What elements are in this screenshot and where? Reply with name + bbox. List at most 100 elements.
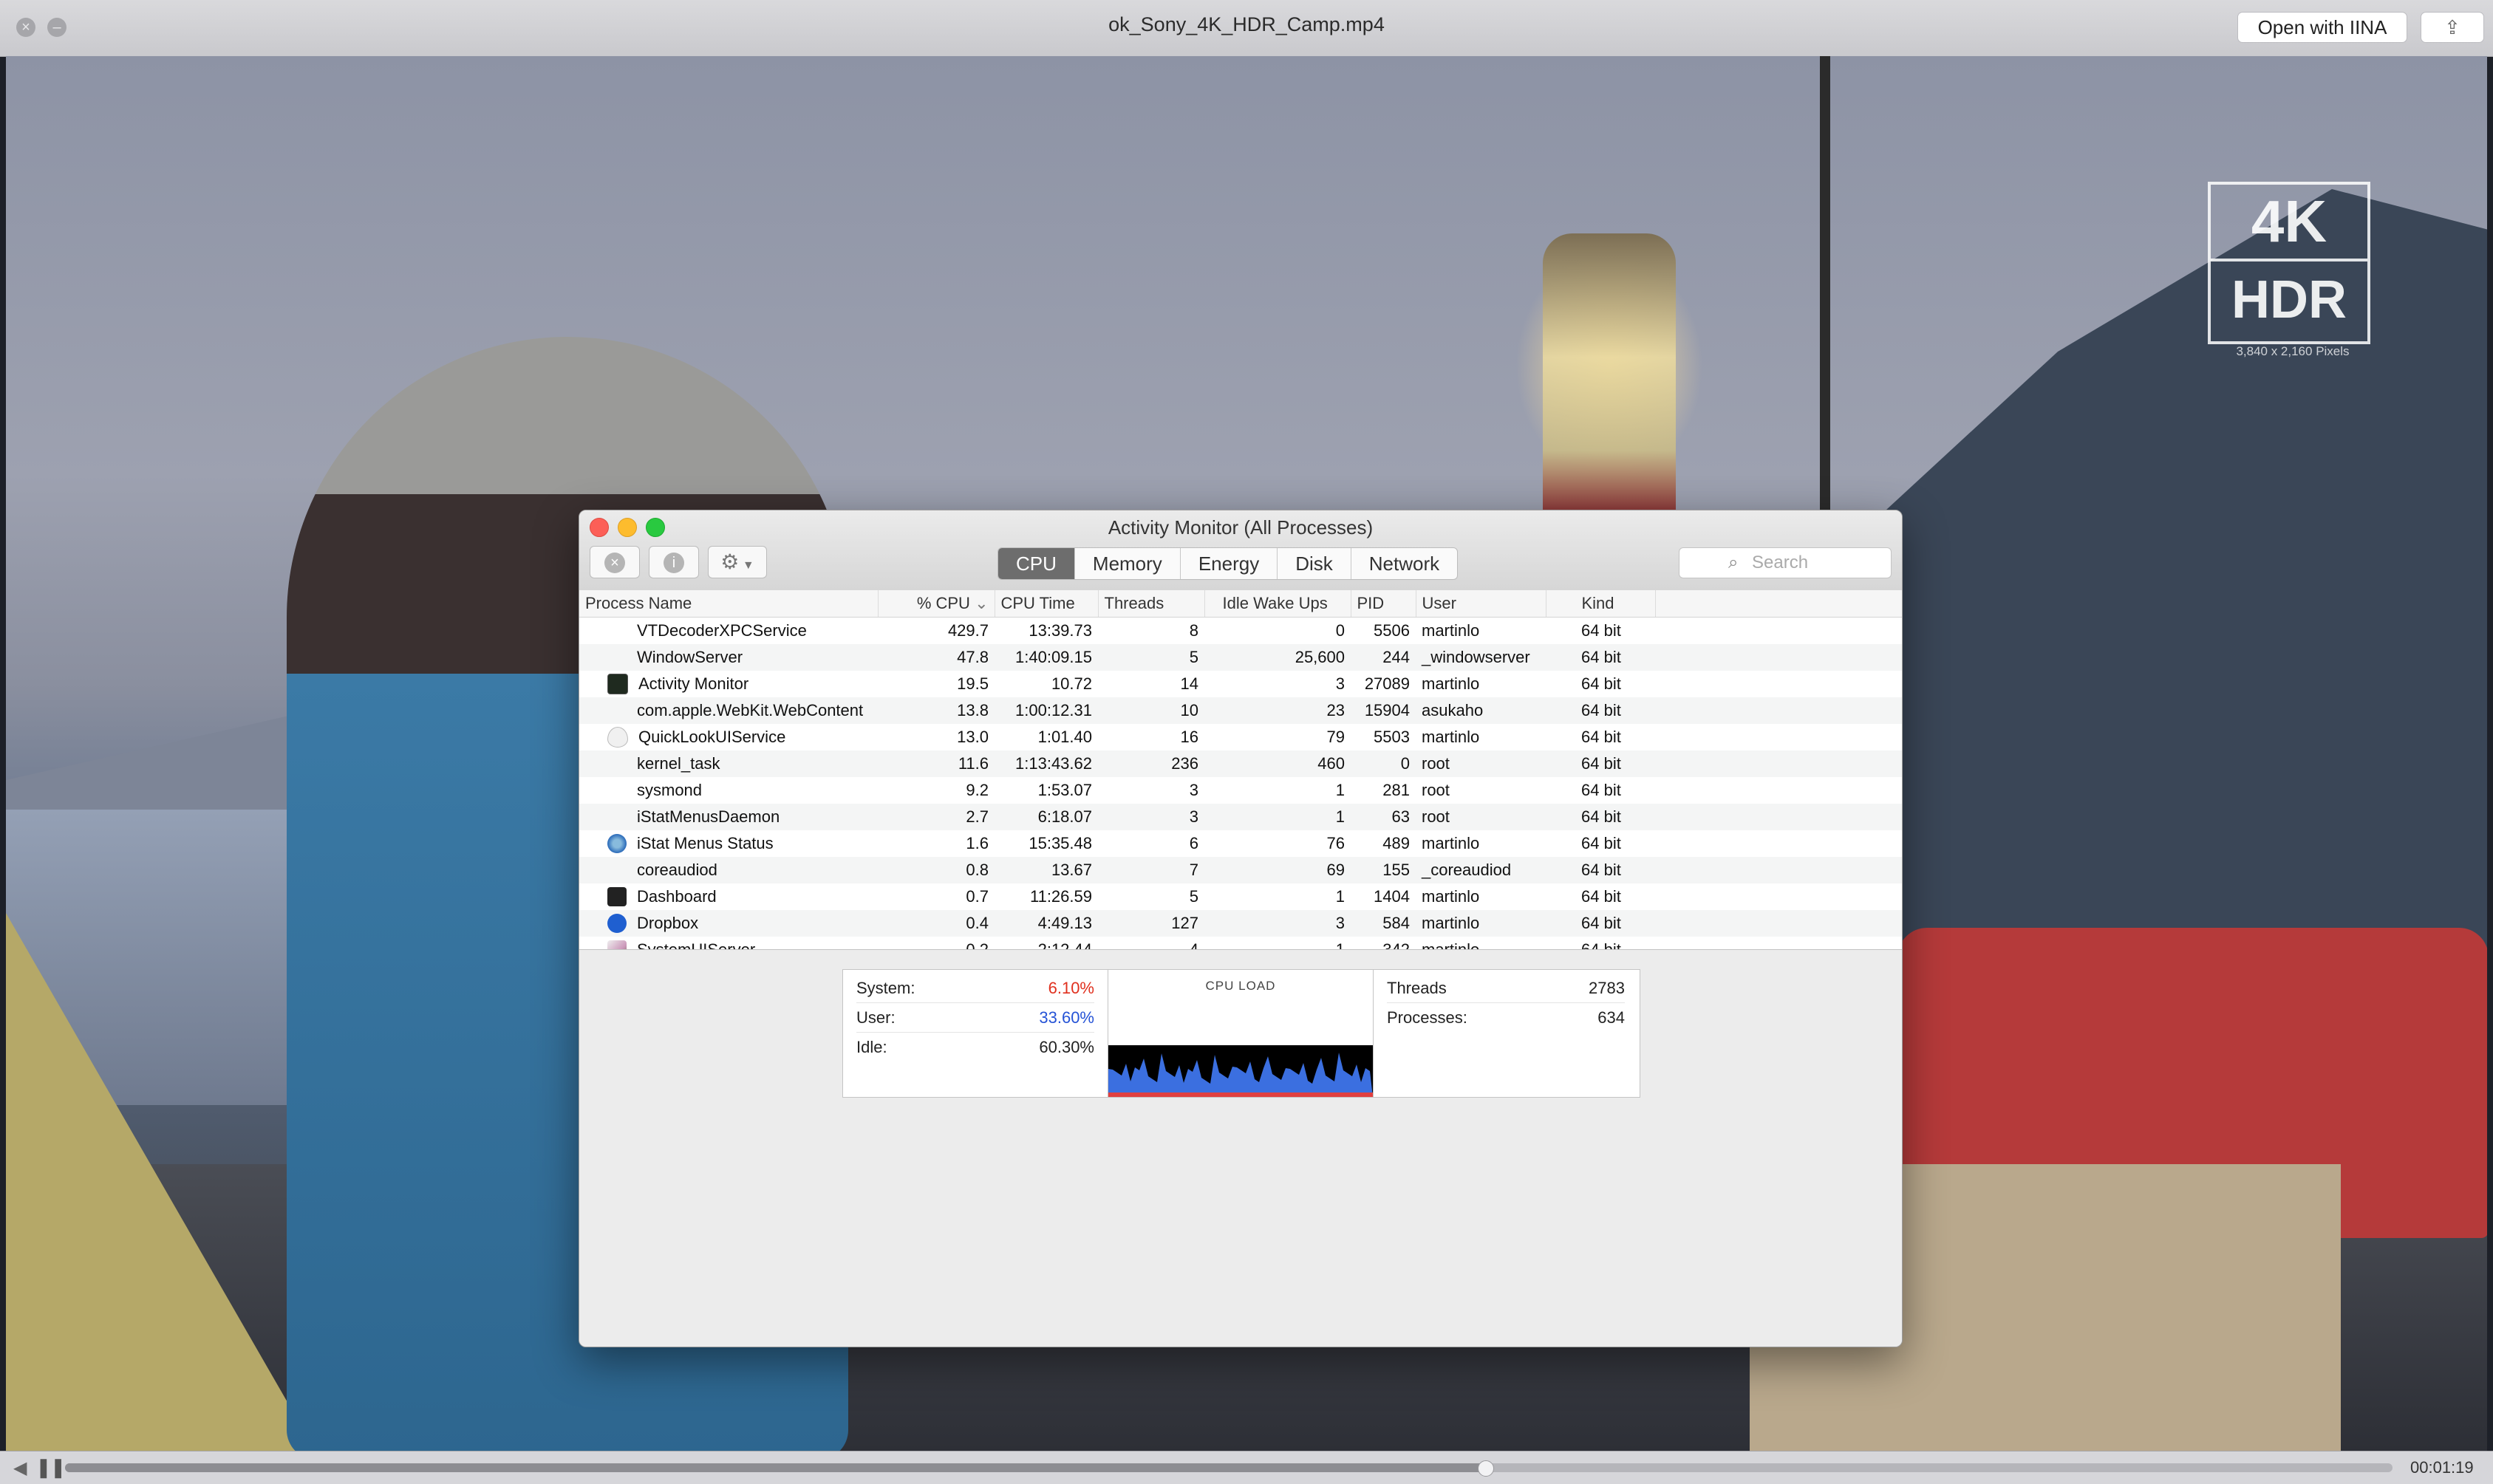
table-row[interactable]: iStatMenusDaemon 2.7 6:18.07 3 1 63 root 64 bit <box>579 804 1902 830</box>
process-name-wrap: coreaudiod <box>585 861 872 880</box>
process-user: martinlo <box>1422 834 1480 852</box>
share-icon: ⇪ <box>2444 16 2460 38</box>
process-idle-wake-ups: 1 <box>1204 937 1351 949</box>
blank-app-icon <box>607 861 627 880</box>
process-idle-wake-ups: 3 <box>1204 910 1351 937</box>
table-row[interactable]: QuickLookUIService 13.0 1:01.40 16 79 5503 mar… <box>579 724 1902 750</box>
share-button[interactable]: ⇪ <box>2421 12 2484 43</box>
process-threads: 10 <box>1098 697 1204 724</box>
stat-user-value: 33.60% <box>1039 1008 1094 1027</box>
process-pid: 489 <box>1382 834 1410 852</box>
process-table[interactable]: Process Name % CPU ⌄ CPU Time Threads Id… <box>579 590 1902 949</box>
table-row[interactable]: sysmond 9.2 1:53.07 3 1 281 root 64 bit <box>579 777 1902 804</box>
column-header-threads[interactable]: Threads <box>1098 590 1205 618</box>
process-name: kernel_task <box>637 754 720 773</box>
seek-knob[interactable] <box>1477 1460 1494 1477</box>
table-row[interactable]: kernel_task 11.6 1:13:43.62 236 460 0 root 64 b… <box>579 750 1902 777</box>
table-row[interactable]: Dropbox 0.4 4:49.13 127 3 584 martinlo 64 bit <box>579 910 1902 937</box>
table-row[interactable]: VTDecoderXPCService 429.7 13:39.73 8 0 5506 ma… <box>579 618 1902 645</box>
process-user: root <box>1416 750 1546 777</box>
process-pid: 15904 <box>1351 697 1416 724</box>
thread-process-column: Threads 2783 Processes: 634 <box>1374 970 1638 1097</box>
istat-app-icon <box>607 834 627 853</box>
process-idle-wake-ups: 23 <box>1204 697 1351 724</box>
process-name-cell: Activity Monitor <box>579 671 878 697</box>
process-user: martinlo <box>1422 621 1480 640</box>
process-kind: 64 bit <box>1546 750 1655 777</box>
process-cpu-time: 10.72 <box>1051 674 1092 693</box>
pause-icon[interactable]: ❚❚ <box>35 1456 66 1479</box>
process-kind: 64 bit <box>1546 937 1655 949</box>
process-cpu-time: 4:49.13 <box>995 910 1098 937</box>
process-pid: 244 <box>1351 644 1416 671</box>
column-header-cpu-time[interactable]: CPU Time <box>995 590 1099 618</box>
tab-memory[interactable]: Memory <box>1075 548 1181 579</box>
process-name-wrap: kernel_task <box>585 754 872 773</box>
column-header-pid[interactable]: PID <box>1351 590 1416 618</box>
search-field[interactable]: ⌕ <box>1679 547 1892 578</box>
tab-energy[interactable]: Energy <box>1181 548 1278 579</box>
stat-processes-label: Processes: <box>1387 1008 1467 1027</box>
column-header-process-name[interactable]: Process Name <box>579 590 879 618</box>
tab-network[interactable]: Network <box>1351 548 1457 579</box>
process-threads: 8 <box>1189 621 1198 640</box>
activity-monitor-window: Activity Monitor (All Processes) × i ⚙ ▼… <box>579 510 1903 1347</box>
process-cpu: 9.2 <box>966 781 989 799</box>
column-header-idle-wake-ups[interactable]: Idle Wake Ups <box>1204 590 1351 618</box>
resolution-label: 3,840 x 2,160 Pixels <box>2236 344 2350 358</box>
process-name-cell: WindowServer <box>579 644 878 671</box>
process-name: iStatMenusDaemon <box>637 807 780 826</box>
process-pid: 27089 <box>1364 674 1410 693</box>
badge-4k-text: 4K <box>2211 185 2367 261</box>
table-row[interactable]: com.apple.WebKit.WebContent 13.8 1:00:12.3… <box>579 697 1902 724</box>
process-kind: 64 bit <box>1581 781 1621 799</box>
process-cpu: 13.0 <box>957 728 989 746</box>
process-threads: 4 <box>1098 937 1204 949</box>
process-name: Dropbox <box>637 914 699 932</box>
process-user: martinlo <box>1422 887 1480 906</box>
column-header-cpu[interactable]: % CPU ⌄ <box>878 590 995 618</box>
process-threads: 127 <box>1098 910 1204 937</box>
tab-disk[interactable]: Disk <box>1278 548 1351 579</box>
stat-threads: Threads 2783 <box>1387 974 1625 1003</box>
volume-icon[interactable]: ◀ <box>13 1457 27 1479</box>
column-header-user[interactable]: User <box>1416 590 1546 618</box>
stat-system: System: 6.10% <box>856 974 1094 1003</box>
process-idle-wake-ups: 0 <box>1335 621 1345 640</box>
process-cpu: 13.8 <box>878 697 995 724</box>
process-name-cell: iStat Menus Status <box>579 830 878 857</box>
process-pid: 155 <box>1351 857 1416 883</box>
process-cpu: 1.6 <box>966 834 989 852</box>
row-filler <box>1655 671 1902 697</box>
process-kind: 64 bit <box>1581 887 1621 906</box>
table-row[interactable]: coreaudiod 0.8 13.67 7 69 155 _coreaudiod 64 bi… <box>579 857 1902 883</box>
row-filler <box>1655 750 1902 777</box>
seek-slider[interactable] <box>65 1460 2393 1477</box>
inspect-process-button[interactable]: i <box>649 546 699 578</box>
process-name-wrap: sysmond <box>585 781 872 800</box>
open-with-iina-button[interactable]: Open with IINA <box>2237 12 2407 43</box>
table-row[interactable]: Dashboard 0.7 11:26.59 5 1 1404 martinlo 64 bit <box>579 883 1902 910</box>
process-name-cell: SystemUIServer <box>579 937 878 949</box>
blank-app-icon <box>607 701 627 720</box>
process-name-cell: QuickLookUIService <box>579 724 878 750</box>
window-title: Activity Monitor (All Processes) <box>1108 516 1374 538</box>
process-name-wrap: SystemUIServer <box>585 940 872 949</box>
process-user: martinlo <box>1422 728 1480 746</box>
quit-process-button[interactable]: × <box>590 546 640 578</box>
search-input[interactable] <box>1750 551 1886 575</box>
table-row[interactable]: WindowServer 47.8 1:40:09.15 5 25,600 244 _win… <box>579 644 1902 671</box>
blank-app-icon <box>607 648 627 667</box>
cpu-stats-box: System: 6.10% User: 33.60% Idle: 60.30% … <box>842 969 1640 1098</box>
process-kind: 64 bit <box>1546 857 1655 883</box>
table-row[interactable]: iStat Menus Status 1.6 15:35.48 6 76 489 marti… <box>579 830 1902 857</box>
column-header-kind[interactable]: Kind <box>1546 590 1656 618</box>
cpu-summary-panel: System: 6.10% User: 33.60% Idle: 60.30% … <box>579 949 1902 1347</box>
process-cpu-time: 1:00:12.31 <box>995 697 1098 724</box>
process-cpu: 47.8 <box>878 644 995 671</box>
tab-cpu[interactable]: CPU <box>998 548 1075 579</box>
table-row[interactable]: Activity Monitor 19.5 10.72 14 3 27089 martinl… <box>579 671 1902 697</box>
action-menu-button[interactable]: ⚙ ▼ <box>708 546 767 578</box>
table-row[interactable]: SystemUIServer 0.22:12.4441342martinlo64 … <box>579 937 1902 949</box>
process-name-cell: com.apple.WebKit.WebContent <box>579 697 878 724</box>
